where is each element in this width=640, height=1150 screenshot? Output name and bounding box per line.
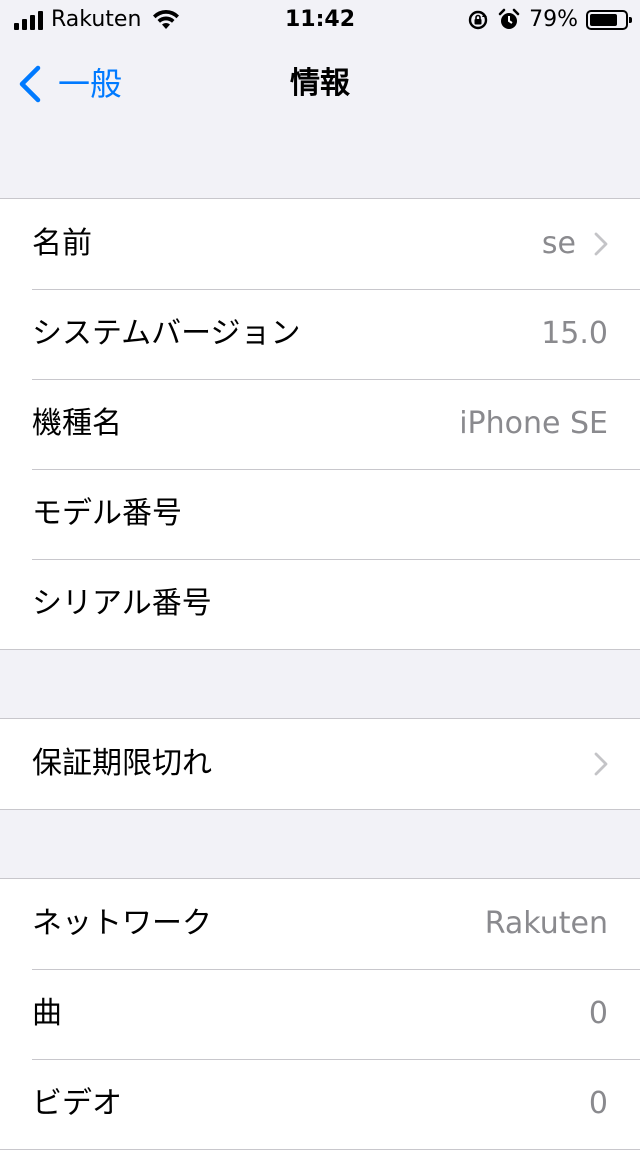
row-value: 0 (588, 1086, 608, 1121)
navigation-bar: 一般 情報 (0, 40, 640, 128)
songs-row: 曲 0 (0, 969, 640, 1059)
status-right: 79% (467, 6, 632, 34)
alarm-clock-icon (498, 8, 520, 29)
row-label: 曲 (32, 996, 62, 1031)
chevron-right-icon (594, 232, 608, 256)
model-name-row: 機種名 iPhone SE (0, 379, 640, 469)
model-number-row[interactable]: モデル番号 (0, 469, 640, 559)
row-value: iPhone SE (459, 406, 608, 441)
device-info-group: 名前 se システムバージョン 15.0 機種名 iPhone SE モデル番号… (0, 198, 640, 650)
battery-level (590, 14, 617, 26)
row-value: 0 (588, 996, 608, 1031)
row-value: se (541, 226, 576, 261)
page-title: 情報 (290, 66, 350, 101)
row-value: Rakuten (484, 906, 608, 941)
network-row: ネットワーク Rakuten (0, 879, 640, 969)
battery-percent: 79% (529, 7, 578, 32)
system-version-row: システムバージョン 15.0 (0, 289, 640, 379)
battery-icon (586, 10, 632, 30)
name-row[interactable]: 名前 se (0, 199, 640, 289)
battery-tip (629, 17, 632, 23)
row-label: 保証期限切れ (32, 746, 212, 781)
network-media-group: ネットワーク Rakuten 曲 0 ビデオ 0 (0, 878, 640, 1150)
chevron-right-icon (594, 752, 608, 776)
row-label: 名前 (32, 226, 92, 261)
row-label: ネットワーク (32, 906, 212, 941)
warranty-row[interactable]: 保証期限切れ (0, 719, 640, 809)
row-label: システムバージョン (32, 316, 301, 351)
status-bar: Rakuten 11:42 79% (0, 0, 640, 40)
row-value: 15.0 (541, 316, 608, 351)
serial-number-row: シリアル番号 (0, 559, 640, 649)
row-label: ビデオ (32, 1086, 122, 1121)
rotation-lock-icon (468, 10, 488, 30)
warranty-group: 保証期限切れ (0, 718, 640, 810)
row-label: シリアル番号 (32, 586, 212, 621)
row-label: モデル番号 (32, 496, 182, 531)
row-label: 機種名 (32, 406, 122, 441)
